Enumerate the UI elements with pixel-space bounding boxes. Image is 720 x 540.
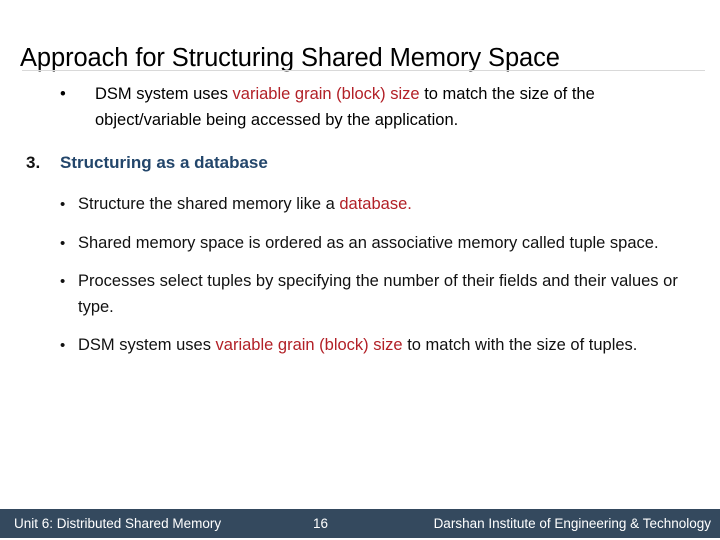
bullet-marker: • bbox=[60, 85, 66, 103]
numbered-heading-number: 3. bbox=[26, 153, 41, 172]
sub-bullet-4: • DSM system uses variable grain (block) … bbox=[0, 333, 698, 359]
sub-bullet-text-lead: Structure the shared memory like a bbox=[78, 195, 340, 213]
sub-bullet-marker: • bbox=[60, 196, 66, 213]
sub-bullet-text-highlight: variable grain (block) size bbox=[215, 336, 403, 354]
footer-page-number: 16 bbox=[313, 516, 329, 531]
numbered-heading: 3. Structuring as a database bbox=[0, 150, 720, 175]
sub-bullet-3: • Processes select tuples by specifying t… bbox=[0, 269, 698, 320]
sub-bullet-text-lead: Shared memory space is ordered as an ass… bbox=[78, 233, 659, 252]
sub-bullet-2: • Shared memory space is ordered as an as… bbox=[0, 231, 698, 257]
bullet-text-lead: DSM system uses bbox=[95, 85, 233, 103]
footer-unit-label: Unit 6: Distributed Shared Memory bbox=[14, 516, 222, 531]
footer-institute-label: Darshan Institute of Engineering & Techn… bbox=[433, 516, 711, 531]
sub-bullet-text-highlight: database. bbox=[339, 195, 412, 213]
slide-title: Approach for Structuring Shared Memory S… bbox=[20, 44, 560, 73]
sub-bullet-text-tail: to match with the size of tuples. bbox=[402, 336, 638, 354]
slide: Approach for Structuring Shared Memory S… bbox=[0, 0, 720, 540]
sub-bullet-1: • Structure the shared memory like a data… bbox=[0, 192, 698, 218]
title-divider bbox=[22, 70, 705, 71]
sub-bullet-marker: • bbox=[60, 273, 66, 290]
sub-bullet-text-lead: Processes select tuples by specifying th… bbox=[78, 272, 678, 316]
bullet-text-highlight: variable grain (block) size bbox=[232, 85, 420, 103]
sub-bullet-marker: • bbox=[60, 337, 66, 354]
bullet-carryover: • DSM system uses variable grain (block) … bbox=[0, 82, 694, 133]
numbered-heading-label: Structuring as a database bbox=[60, 153, 268, 172]
slide-body: • DSM system uses variable grain (block) … bbox=[0, 82, 720, 359]
sub-bullet-marker: • bbox=[60, 234, 66, 252]
sub-bullet-text-lead: DSM system uses bbox=[78, 336, 216, 354]
